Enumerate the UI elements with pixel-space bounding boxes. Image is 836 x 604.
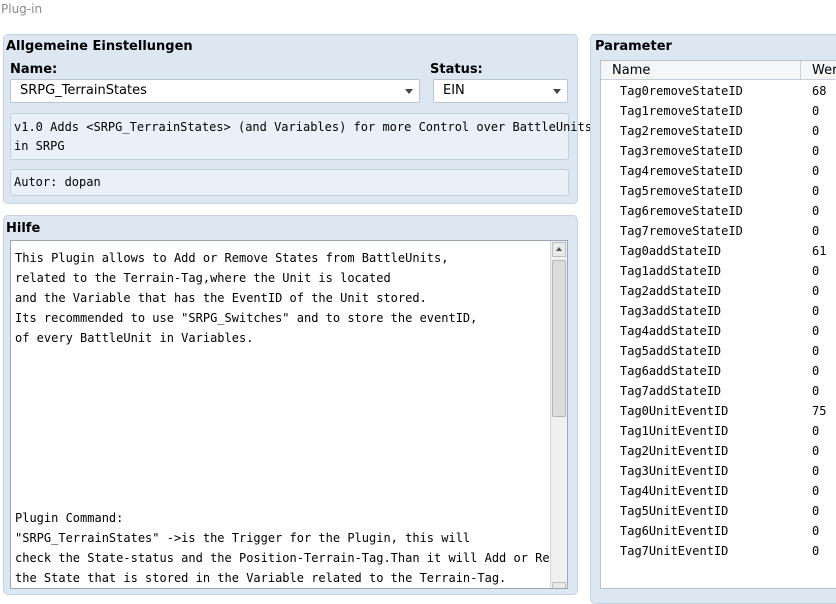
parameter-name: Tag4removeStateID	[620, 164, 743, 178]
parameter-name: Tag0UnitEventID	[620, 404, 729, 418]
table-row[interactable]: Tag7UnitEventID 0	[601, 541, 836, 561]
table-row[interactable]: Tag2UnitEventID 0	[601, 441, 836, 461]
table-row[interactable]: Tag7removeStateID 0	[601, 221, 836, 241]
parameter-name: Tag5UnitEventID	[620, 504, 729, 518]
parameter-name: Tag1removeStateID	[620, 104, 743, 118]
parameter-name: Tag4addStateID	[620, 324, 722, 338]
status-label: Status:	[430, 62, 483, 77]
table-row[interactable]: Tag3removeStateID 0	[601, 141, 836, 161]
chevron-down-icon	[405, 89, 413, 94]
parameter-name: Tag2UnitEventID	[620, 444, 729, 458]
table-row[interactable]: Tag4removeStateID 0	[601, 161, 836, 181]
general-settings-title: Allgemeine Einstellungen	[6, 39, 193, 54]
parameter-name: Tag6removeStateID	[620, 204, 743, 218]
column-header-name[interactable]: Name	[612, 61, 650, 80]
parameter-name: Tag3removeStateID	[620, 144, 743, 158]
parameter-name: Tag5removeStateID	[620, 184, 743, 198]
parameter-value: 0	[812, 344, 820, 358]
parameter-name: Tag0addStateID	[620, 244, 722, 258]
parameter-name: Tag1UnitEventID	[620, 424, 729, 438]
parameter-value: 61	[812, 244, 827, 258]
window-title: Plug-in	[0, 0, 836, 22]
parameter-table-header: Name Wer	[601, 61, 836, 80]
table-row[interactable]: Tag7addStateID 0	[601, 381, 836, 401]
table-row[interactable]: Tag3addStateID 0	[601, 301, 836, 321]
parameter-name: Tag4UnitEventID	[620, 484, 729, 498]
table-row[interactable]: Tag1addStateID 0	[601, 261, 836, 281]
table-row[interactable]: Tag2addStateID 0	[601, 281, 836, 301]
description-field[interactable]: v1.0 Adds <SRPG_TerrainStates> (and Vari…	[10, 113, 592, 160]
parameter-value: 75	[812, 404, 827, 418]
parameter-name: Tag3addStateID	[620, 304, 722, 318]
parameter-value: 0	[812, 284, 820, 298]
parameter-value: 0	[812, 104, 820, 118]
parameter-value: 68	[812, 84, 827, 98]
parameter-title: Parameter	[595, 39, 672, 54]
parameter-name: Tag0removeStateID	[620, 84, 743, 98]
general-settings-panel: Allgemeine Einstellungen Name: Status: S…	[3, 34, 592, 204]
table-row[interactable]: Tag2removeStateID 0	[601, 121, 836, 141]
parameter-value: 0	[812, 464, 820, 478]
parameter-value: 0	[812, 184, 820, 198]
parameter-name: Tag5addStateID	[620, 344, 722, 358]
table-row[interactable]: Tag3UnitEventID 0	[601, 461, 836, 481]
scroll-up-arrow-icon[interactable]	[552, 242, 566, 257]
status-value: EIN	[443, 83, 465, 98]
scroll-thumb[interactable]	[552, 260, 566, 417]
scroll-down-arrow-icon[interactable]	[552, 582, 566, 588]
parameter-name: Tag1addStateID	[620, 264, 722, 278]
table-row[interactable]: Tag1removeStateID 0	[601, 101, 836, 121]
parameter-value: 0	[812, 224, 820, 238]
name-label: Name:	[10, 62, 58, 77]
parameter-value: 0	[812, 504, 820, 518]
parameter-value: 0	[812, 304, 820, 318]
column-header-value[interactable]: Wer	[800, 61, 836, 80]
table-row[interactable]: Tag5removeStateID 0	[601, 181, 836, 201]
table-row[interactable]: Tag4addStateID 0	[601, 321, 836, 341]
parameter-value: 0	[812, 444, 820, 458]
parameter-value: 0	[812, 324, 820, 338]
parameter-value: 0	[812, 264, 820, 278]
parameter-value: 0	[812, 524, 820, 538]
parameter-value: 0	[812, 384, 820, 398]
description-text: v1.0 Adds <SRPG_TerrainStates> (and Vari…	[14, 120, 592, 153]
table-row[interactable]: Tag4UnitEventID 0	[601, 481, 836, 501]
parameter-value: 0	[812, 484, 820, 498]
parameter-value: 0	[812, 204, 820, 218]
parameter-name: Tag3UnitEventID	[620, 464, 729, 478]
parameter-name: Tag6UnitEventID	[620, 524, 729, 538]
status-select[interactable]: EIN	[433, 79, 568, 103]
parameter-value: 0	[812, 144, 820, 158]
table-row[interactable]: Tag0addStateID 61	[601, 241, 836, 261]
parameter-name: Tag2addStateID	[620, 284, 722, 298]
help-scrollbar[interactable]	[550, 241, 567, 588]
parameter-name: Tag7addStateID	[620, 384, 722, 398]
table-row[interactable]: Tag6UnitEventID 0	[601, 521, 836, 541]
parameter-table[interactable]: Name Wer Tag0removeStateID 68 Tag1removeSt…	[600, 60, 836, 589]
table-row[interactable]: Tag1UnitEventID 0	[601, 421, 836, 441]
table-row[interactable]: Tag5addStateID 0	[601, 341, 836, 361]
parameter-name: Tag7UnitEventID	[620, 544, 729, 558]
parameter-name: Tag7removeStateID	[620, 224, 743, 238]
parameter-value: 0	[812, 544, 820, 558]
table-row[interactable]: Tag0removeStateID 68	[601, 81, 836, 101]
table-row[interactable]: Tag0UnitEventID 75	[601, 401, 836, 421]
plugin-name-value: SRPG_TerrainStates	[20, 83, 147, 98]
help-title: Hilfe	[6, 221, 41, 236]
parameter-value: 0	[812, 364, 820, 378]
table-row[interactable]: Tag6addStateID 0	[601, 361, 836, 381]
table-row[interactable]: Tag6removeStateID 0	[601, 201, 836, 221]
author-text: Autor: dopan	[14, 175, 101, 189]
author-field[interactable]: Autor: dopan	[10, 169, 569, 196]
help-text: This Plugin allows to Add or Remove Stat…	[15, 251, 567, 585]
parameter-name: Tag2removeStateID	[620, 124, 743, 138]
parameter-value: 0	[812, 164, 820, 178]
table-row[interactable]: Tag5UnitEventID 0	[601, 501, 836, 521]
chevron-down-icon	[553, 89, 561, 94]
plugin-name-select[interactable]: SRPG_TerrainStates	[10, 79, 420, 103]
parameter-value: 0	[812, 124, 820, 138]
help-text-area[interactable]: This Plugin allows to Add or Remove Stat…	[10, 240, 568, 589]
parameter-value: 0	[812, 424, 820, 438]
parameter-name: Tag6addStateID	[620, 364, 722, 378]
